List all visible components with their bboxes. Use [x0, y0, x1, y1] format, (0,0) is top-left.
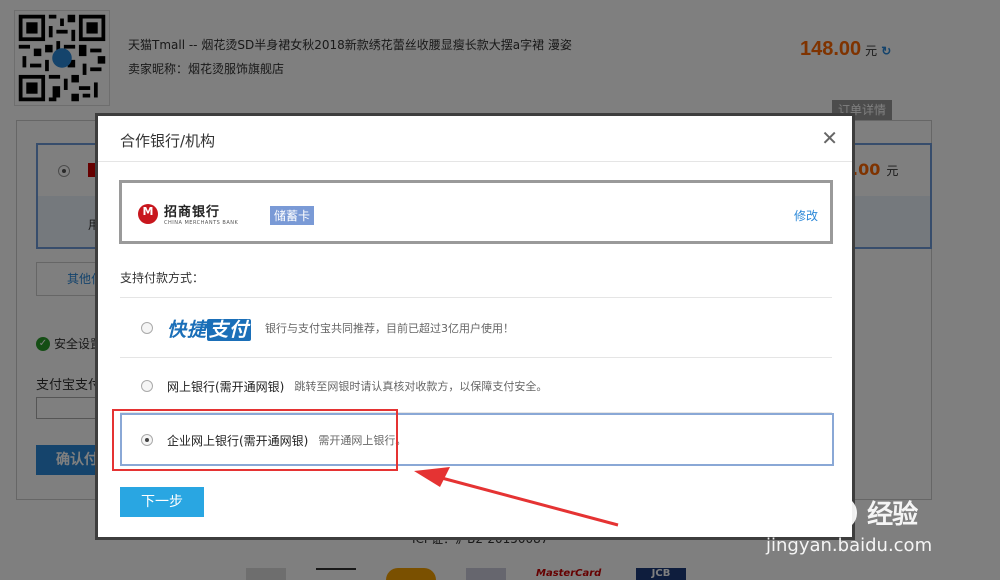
dialog-title: 合作银行/机构 [120, 132, 216, 150]
bank-name: 招商银行 [164, 205, 221, 220]
modify-bank-link[interactable]: 修改 [794, 207, 818, 224]
cmb-logo-icon [138, 203, 158, 224]
payment-methods-label: 支持付款方式： [120, 271, 205, 285]
selected-bank-box: 招商银行 CHINA MERCHANTS BANK 储蓄卡 修改 [119, 180, 833, 244]
method-online-banking-radio[interactable] [141, 380, 153, 392]
next-step-button[interactable]: 下一步 [120, 487, 204, 517]
bank-english-name: CHINA MERCHANTS BANK [164, 220, 239, 226]
method-quickpay-radio[interactable] [141, 322, 153, 334]
divider [120, 357, 832, 358]
quickpay-logo: 快捷 支付 [167, 315, 252, 342]
method-online-banking-title: 网上银行(需开通网银) [167, 379, 285, 394]
paw-icon [823, 495, 858, 530]
quickpay-logo-b: 支付 [207, 318, 252, 341]
watermark-logo: Bai 经验 [760, 492, 932, 533]
watermark-cn: 经验 [867, 500, 918, 530]
close-icon[interactable]: ✕ [821, 126, 838, 150]
card-type-badge: 储蓄卡 [270, 206, 315, 225]
quickpay-logo-a: 快捷 [167, 318, 208, 341]
bank-logo: 招商银行 CHINA MERCHANTS BANK [138, 201, 238, 226]
baidu-jingyan-watermark: Bai 经验 jingyan.baidu.com [760, 492, 932, 556]
method-quickpay-desc: 银行与支付宝共同推荐，目前已超过3亿用户使用！ [265, 322, 515, 335]
method-online-banking[interactable]: 网上银行(需开通网银) 跳转至网银时请认真核对收款方，以保障支付安全。 [120, 376, 832, 396]
divider [120, 297, 832, 298]
annotation-highlight-box [112, 409, 398, 471]
method-online-banking-desc: 跳转至网银时请认真核对收款方，以保障支付安全。 [294, 380, 548, 393]
watermark-logo-text: Bai [760, 492, 822, 533]
dialog-header: 合作银行/机构 ✕ [98, 116, 852, 162]
annotation-arrow-icon [414, 467, 619, 527]
bank-name-wrap: 招商银行 CHINA MERCHANTS BANK [164, 201, 238, 226]
method-quickpay[interactable]: 快捷 支付 银行与支付宝共同推荐，目前已超过3亿用户使用！ [120, 315, 832, 342]
watermark-url: jingyan.baidu.com [766, 535, 933, 556]
